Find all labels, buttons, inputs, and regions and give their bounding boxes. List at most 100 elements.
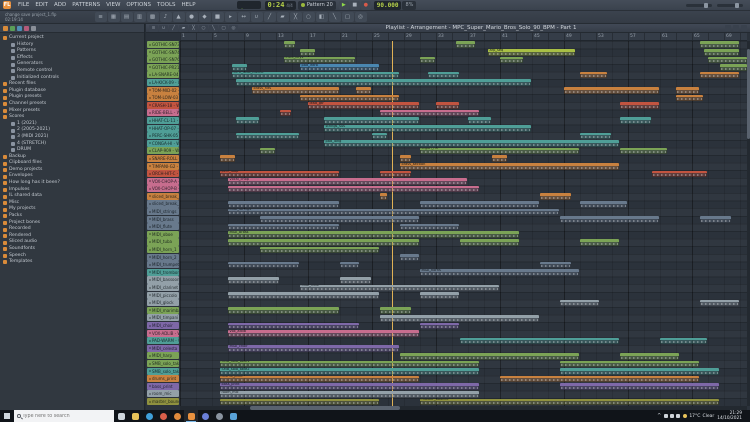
playlist-panel-icon[interactable]: ▦ [108, 12, 120, 22]
pl-slice-icon[interactable]: ╲ [209, 25, 218, 32]
update-icon[interactable] [676, 414, 680, 418]
menu-patterns[interactable]: PATTERNS [69, 0, 103, 11]
browser-tab-samples[interactable] [17, 26, 22, 31]
piano-roll-panel-icon[interactable]: ▤ [121, 12, 133, 22]
playlist-clip[interactable]: perc_loop [220, 171, 339, 178]
track-header-35[interactable]: MIDI_glock [147, 299, 179, 306]
playlist-clip[interactable] [260, 148, 275, 155]
playlist-clip[interactable]: SMB_solo_take2 [220, 368, 479, 375]
playlist-clip[interactable]: brass_section [400, 163, 619, 170]
browser-item-2-2005-2021-[interactable]: 2 (2005-2021) [0, 127, 144, 134]
tool-pencil-icon[interactable]: ╱ [264, 12, 276, 22]
playlist-clip[interactable]: pad_intro [300, 64, 379, 71]
browser-item-recent-files[interactable]: Recent files [0, 81, 144, 88]
track-header-5[interactable]: LA-SNARE-04 - WET [147, 71, 179, 78]
track-header-45[interactable]: drums_print [147, 375, 179, 382]
playlist-clip[interactable] [428, 72, 459, 79]
track-header-31[interactable]: MIDI_trombone [147, 269, 179, 276]
playlist-clip[interactable]: vocal_chop [228, 178, 467, 185]
tempo-tap-icon[interactable]: ♪ [160, 12, 172, 22]
browser-item-sliced-audio[interactable]: Sliced audio [0, 239, 144, 246]
search-input[interactable] [23, 414, 105, 419]
tool-zoom-icon[interactable]: ◎ [355, 12, 367, 22]
playlist-clip[interactable] [700, 72, 739, 79]
playlist-minimize-button[interactable] [733, 25, 739, 31]
playlist-clip[interactable] [340, 277, 371, 284]
browser-item-scores[interactable]: Scores [0, 114, 144, 121]
playlist-clip[interactable] [356, 87, 371, 94]
playlist-clip[interactable] [380, 315, 539, 322]
taskbar-clock[interactable]: 21:29 14/10/2021 [717, 411, 742, 421]
browser-item-soundfonts[interactable]: Soundfonts [0, 246, 144, 253]
playlist-clip[interactable] [500, 57, 523, 64]
playlist-clip[interactable] [704, 49, 739, 56]
browser-item-templates[interactable]: Templates [0, 259, 144, 266]
playlist-clip[interactable] [456, 41, 475, 48]
tool-select-icon[interactable]: ▢ [342, 12, 354, 22]
playlist-clip[interactable] [324, 117, 419, 124]
playlist-clip[interactable] [372, 133, 387, 140]
taskbar-obs[interactable] [212, 410, 226, 422]
playlist-clip[interactable] [676, 87, 699, 94]
playlist-clip[interactable] [400, 254, 419, 261]
track-header-6[interactable]: LA-KICK-09 - WET [147, 79, 179, 86]
track-header-15[interactable]: CLAP-909 - WET [147, 147, 179, 154]
playlist-clip[interactable] [560, 368, 719, 375]
track-header-16[interactable]: SNARE-ROLL - WET [147, 155, 179, 162]
playlist-clip[interactable] [260, 216, 419, 223]
browser-item-clipboard-files[interactable]: Clipboard files [0, 160, 144, 167]
browser-item-drum[interactable]: DRUM [0, 147, 144, 154]
fl-logo-icon[interactable]: FL [3, 1, 11, 9]
playlist-clip[interactable] [580, 239, 619, 246]
playlist-clip[interactable] [420, 292, 459, 299]
playlist-clip[interactable] [580, 72, 607, 79]
browser-item-generators[interactable]: Generators [0, 61, 144, 68]
playlist-clip[interactable]: arp_seq [488, 49, 575, 56]
playlist-clip[interactable] [700, 41, 739, 48]
playlist-clip[interactable]: MIDI_choir [228, 345, 399, 352]
playlist-clip[interactable] [340, 262, 359, 269]
tool-slip-icon[interactable]: ◧ [316, 12, 328, 22]
menu-view[interactable]: VIEW [103, 0, 123, 11]
browser-item-remote-control[interactable]: Remote control [0, 68, 144, 75]
playlist-clip[interactable] [540, 193, 571, 200]
track-header-18[interactable]: ORCH-HIT-C - WET [147, 170, 179, 177]
playlist-clip[interactable] [460, 239, 519, 246]
playlist-clip[interactable]: bass_print [220, 383, 479, 390]
pl-pencil-icon[interactable]: ╱ [169, 25, 178, 32]
playlist-clip[interactable] [676, 95, 703, 102]
pl-select-icon[interactable]: ▢ [219, 25, 228, 32]
taskbar-notepad[interactable] [226, 410, 240, 422]
tool-delete-icon[interactable]: ╳ [290, 12, 302, 22]
track-header-48[interactable]: master_bounce [147, 398, 179, 405]
playlist-clip[interactable] [492, 155, 507, 162]
mixer-panel-icon[interactable]: ▩ [147, 12, 159, 22]
playlist-clip[interactable] [700, 300, 739, 307]
track-header-44[interactable]: SMB_solo_take2 [147, 368, 179, 375]
taskbar-edge[interactable] [142, 410, 156, 422]
track-header-46[interactable]: bass_print [147, 383, 179, 390]
tempo-display[interactable]: 90.000 [374, 1, 402, 10]
tray-chevron-icon[interactable]: ^ [657, 413, 661, 419]
playlist-clip[interactable] [400, 224, 459, 231]
track-header-30[interactable]: MIDI_trumpet [147, 261, 179, 268]
track-header-43[interactable]: SMB_solo_take1 [147, 360, 179, 367]
playlist-clip[interactable] [228, 277, 279, 284]
playlist-clip[interactable] [300, 49, 315, 56]
playlist-clip[interactable]: brass_hits [252, 87, 339, 94]
track-header-29[interactable]: MIDI_horn_2 [147, 254, 179, 261]
playlist-detach-button[interactable] [725, 25, 731, 31]
playlist-clip[interactable]: MIDI_horns [420, 269, 579, 276]
playlist-clip[interactable] [228, 201, 339, 208]
track-header-39[interactable]: VOX-ADLIB - WET [147, 330, 179, 337]
tool-mute-icon[interactable]: ○ [303, 12, 315, 22]
playlist-clip[interactable] [620, 353, 679, 360]
track-header-40[interactable]: PAD-WARM - WET [147, 337, 179, 344]
playlist-clip[interactable] [420, 57, 435, 64]
track-header-42[interactable]: MIDI_harp [147, 352, 179, 359]
time-display[interactable]: 0:24 4/4 [265, 1, 296, 10]
track-header-12[interactable]: HHAT-OP-07 - WET [147, 125, 179, 132]
multilink-icon[interactable]: ↔ [238, 12, 250, 22]
playlist-clip[interactable] [560, 300, 599, 307]
track-header-24[interactable]: MIDI_brass [147, 216, 179, 223]
